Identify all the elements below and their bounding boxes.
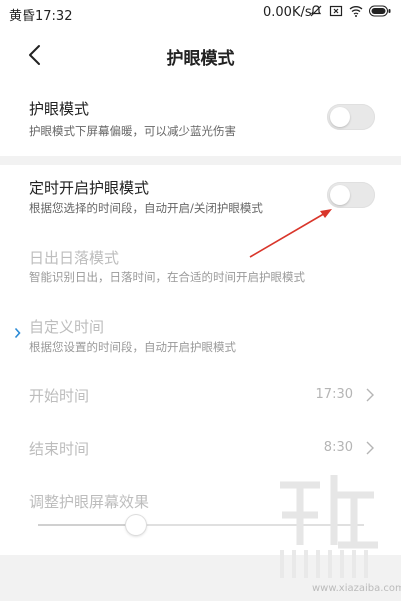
status-time: 黄昏17:32: [9, 9, 73, 24]
header: 护眼模式: [0, 28, 401, 82]
slider-thumb[interactable]: [126, 515, 146, 535]
status-bar: 黄昏17:32 0.00K/s: [0, 0, 401, 28]
slider-fill: [38, 524, 136, 526]
custom-time-subtitle: 根据您设置的时间段，自动开启护眼模式: [29, 340, 236, 354]
custom-time-title: 自定义时间: [29, 318, 105, 336]
eye-mode-toggle[interactable]: [327, 104, 375, 130]
toggle-knob: [330, 185, 350, 205]
custom-time-row[interactable]: 自定义时间 根据您设置的时间段，自动开启护眼模式: [0, 305, 401, 359]
start-time-row[interactable]: 开始时间 17:30: [0, 370, 401, 420]
battery-icon: [369, 5, 391, 17]
sim-x-icon: [329, 5, 343, 17]
eye-mode-subtitle: 护眼模式下屏幕偏暖，可以减少蓝光伤害: [29, 124, 236, 138]
sunrise-mode-row[interactable]: 日出日落模式 智能识别日出，日落时间，在合适的时间开启护眼模式: [0, 235, 401, 289]
start-time-value: 17:30: [315, 387, 353, 402]
page-title: 护眼模式: [166, 49, 235, 69]
eye-mode-row: 护眼模式 护眼模式下屏幕偏暖，可以减少蓝光伤害: [0, 82, 401, 156]
toggle-knob: [330, 107, 350, 127]
wifi-icon: [349, 6, 363, 17]
selected-marker-icon: [14, 327, 21, 339]
section-divider: [0, 156, 401, 165]
scheduled-row: 定时开启护眼模式 根据您选择的时间段，自动开启/关闭护眼模式: [0, 165, 401, 231]
network-speed: 0.00K/s: [263, 5, 312, 20]
effect-label: 调整护眼屏幕效果: [29, 493, 150, 511]
chevron-right-icon: [366, 388, 374, 402]
scheduled-title: 定时开启护眼模式: [29, 179, 150, 197]
watermark-text: www.xiazaiba.com: [312, 583, 401, 594]
start-time-label: 开始时间: [29, 387, 90, 405]
scheduled-subtitle: 根据您选择的时间段，自动开启/关闭护眼模式: [29, 201, 263, 215]
status-icons: [309, 4, 391, 18]
end-time-value: 8:30: [323, 440, 353, 455]
sunrise-mode-subtitle: 智能识别日出，日落时间，在合适的时间开启护眼模式: [29, 270, 305, 284]
end-time-label: 结束时间: [29, 440, 90, 458]
sunrise-mode-title: 日出日落模式: [29, 249, 120, 267]
mute-icon: [310, 5, 322, 17]
scheduled-toggle[interactable]: [327, 182, 375, 208]
chevron-right-icon: [366, 441, 374, 455]
eye-mode-section: 护眼模式 护眼模式下屏幕偏暖，可以减少蓝光伤害: [0, 82, 401, 156]
eye-mode-title: 护眼模式: [29, 100, 90, 118]
watermark-logo: [280, 475, 378, 578]
